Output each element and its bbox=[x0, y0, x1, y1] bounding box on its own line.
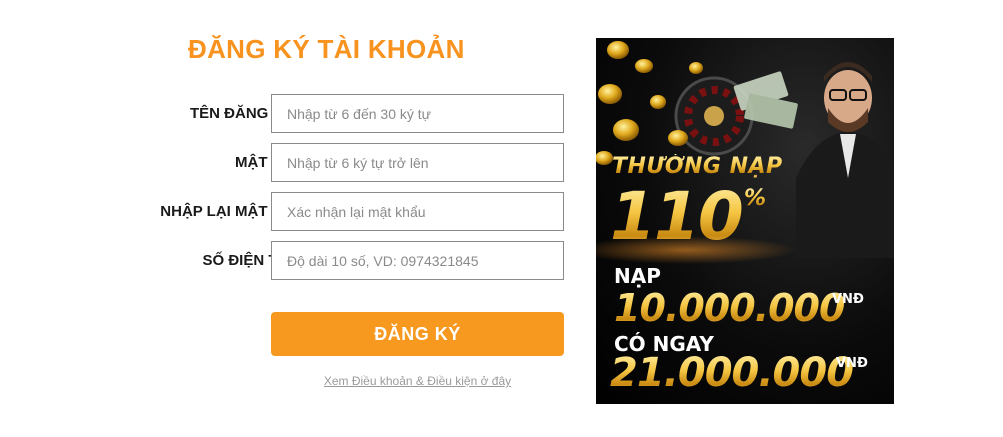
promo-percent: 110 bbox=[610, 178, 744, 255]
receive-currency: VNĐ bbox=[836, 356, 868, 371]
deposit-amount: 10.000.000 bbox=[614, 286, 845, 330]
deposit-label: NẠP bbox=[614, 264, 661, 288]
password-input[interactable] bbox=[271, 143, 564, 182]
username-input[interactable] bbox=[271, 94, 564, 133]
phone-input[interactable] bbox=[271, 241, 564, 280]
registration-page: ĐĂNG KÝ TÀI KHOẢN TÊN ĐĂNG NHẬP MẬT KHẨU… bbox=[0, 0, 1003, 437]
password-row: MẬT KHẨU bbox=[60, 143, 580, 183]
page-title: ĐĂNG KÝ TÀI KHOẢN bbox=[188, 34, 465, 64]
promo-banner[interactable]: THƯỞNG NẠP 110 % NẠP 10.000.000 VNĐ CÓ N… bbox=[596, 38, 894, 404]
man-illustration bbox=[796, 62, 894, 258]
promo-headline: THƯỞNG NẠP bbox=[612, 154, 783, 179]
username-row: TÊN ĐĂNG NHẬP bbox=[60, 94, 580, 134]
phone-row: SỐ ĐIỆN THOẠI bbox=[60, 241, 580, 281]
deposit-currency: VNĐ bbox=[832, 292, 864, 307]
receive-amount: 21.000.000 bbox=[610, 350, 854, 396]
register-button[interactable]: ĐĂNG KÝ bbox=[271, 312, 564, 356]
promo-percent-sign: % bbox=[744, 186, 767, 211]
terms-link[interactable]: Xem Điều khoản & Điều kiện ở đây bbox=[271, 374, 564, 388]
confirm-password-input[interactable] bbox=[271, 192, 564, 231]
confirm-password-row: NHẬP LẠI MẬT KHẨU bbox=[60, 192, 580, 232]
